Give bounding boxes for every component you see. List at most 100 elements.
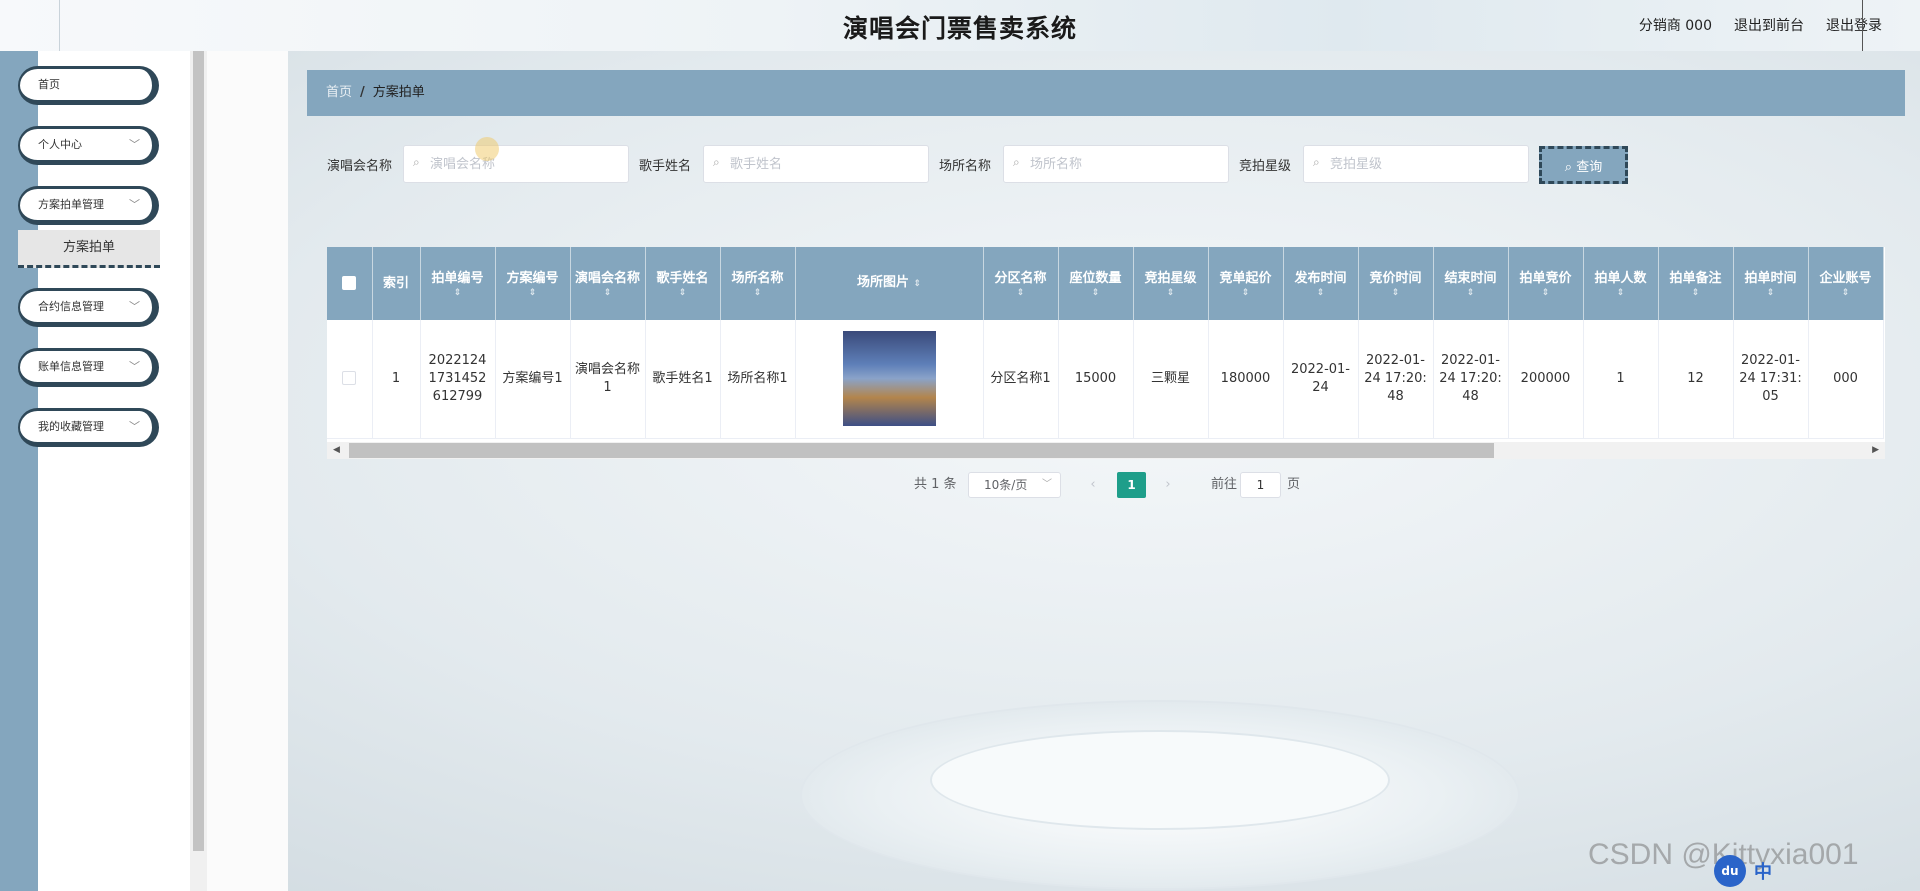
sort-icon[interactable]: ⇕ bbox=[988, 288, 1054, 298]
venue-image[interactable] bbox=[842, 331, 936, 427]
column-header-label: 竞拍星级 bbox=[1144, 270, 1197, 286]
sidebar-item-label: 账单信息管理 bbox=[38, 360, 104, 373]
column-header-label: 拍单时间 bbox=[1744, 270, 1797, 286]
cell-end-time: 2022-01-24 17:20:48 bbox=[1433, 320, 1509, 439]
sort-icon[interactable]: ⇕ bbox=[1213, 288, 1279, 298]
sort-icon[interactable]: ⇕ bbox=[500, 288, 566, 298]
sidebar-item-home[interactable]: 首页 bbox=[18, 66, 159, 105]
column-header[interactable]: 场所图片 ⇕ bbox=[795, 247, 984, 320]
sidebar-item-contract[interactable]: 合约信息管理 ﹀ bbox=[18, 288, 159, 327]
column-header[interactable]: 竞单起价 ⇕ bbox=[1208, 247, 1284, 320]
chevron-down-icon: ﹀ bbox=[129, 198, 140, 211]
content-gutter bbox=[207, 51, 288, 891]
column-header[interactable]: 场所名称 ⇕ bbox=[720, 247, 796, 320]
search-icon: ⌕ bbox=[1013, 155, 1020, 169]
table-row: 1 20221241731452612799 方案编号1 演唱会名称1 歌手姓名… bbox=[327, 320, 1884, 439]
sort-icon[interactable]: ⇕ bbox=[1588, 288, 1654, 298]
breadcrumb-home[interactable]: 首页 bbox=[326, 85, 352, 100]
sidebar-item-bill[interactable]: 账单信息管理 ﹀ bbox=[18, 348, 159, 387]
column-header-label: 竞价时间 bbox=[1369, 270, 1422, 286]
back-to-front-link[interactable]: 退出到前台 bbox=[1734, 15, 1804, 35]
sidebar-subitem-plan-order[interactable]: 方案拍单 bbox=[18, 230, 160, 268]
row-checkbox[interactable] bbox=[342, 371, 357, 386]
column-header[interactable]: 拍单编号 ⇕ bbox=[420, 247, 496, 320]
sidebar-item-label: 首页 bbox=[38, 78, 60, 91]
column-header[interactable]: 结束时间 ⇕ bbox=[1433, 247, 1509, 320]
search-icon: ⌕ bbox=[413, 155, 420, 169]
sidebar-scrollbar-thumb[interactable] bbox=[193, 51, 204, 851]
cell-venue-image bbox=[795, 320, 984, 439]
goto-page-input[interactable] bbox=[1240, 472, 1281, 498]
column-header[interactable]: 分区名称 ⇕ bbox=[983, 247, 1059, 320]
select-all-checkbox[interactable] bbox=[342, 276, 357, 290]
sort-icon[interactable]: ⇕ bbox=[1813, 288, 1879, 298]
chevron-down-icon: ﹀ bbox=[129, 300, 140, 313]
scroll-left-icon[interactable]: ◀ bbox=[333, 442, 340, 459]
column-header-label: 方案编号 bbox=[506, 270, 559, 286]
column-header[interactable]: 座位数量 ⇕ bbox=[1058, 247, 1134, 320]
sidebar-item-label: 个人中心 bbox=[38, 138, 82, 151]
cell-remark: 12 bbox=[1658, 320, 1734, 439]
prev-page-button[interactable]: ‹ bbox=[1080, 472, 1106, 498]
sort-icon[interactable]: ⇕ bbox=[725, 288, 791, 298]
sort-icon[interactable]: ⇕ bbox=[1363, 288, 1429, 298]
column-header-label: 座位数量 bbox=[1069, 270, 1122, 286]
venue-search-input[interactable] bbox=[1003, 145, 1229, 183]
user-label: 分销商 000 bbox=[1638, 18, 1712, 34]
column-header[interactable]: 拍单人数 ⇕ bbox=[1583, 247, 1659, 320]
sort-icon[interactable]: ⇕ bbox=[650, 288, 716, 298]
column-header: 索引 bbox=[372, 247, 421, 320]
logout-link[interactable]: 退出登录 bbox=[1826, 15, 1882, 35]
sidebar-item-favorites[interactable]: 我的收藏管理 ﹀ bbox=[18, 408, 159, 447]
column-header-label: 拍单人数 bbox=[1594, 270, 1647, 286]
sort-icon[interactable]: ⇕ bbox=[1138, 288, 1204, 298]
column-header[interactable]: 企业账号 ⇕ bbox=[1808, 247, 1884, 320]
column-header-label: 竞单起价 bbox=[1219, 270, 1272, 286]
cursor-highlight bbox=[475, 137, 499, 161]
sort-icon[interactable]: ⇕ bbox=[1513, 288, 1579, 298]
sidebar-item-label: 合约信息管理 bbox=[38, 300, 104, 313]
column-header[interactable]: 拍单时间 ⇕ bbox=[1733, 247, 1809, 320]
sort-icon[interactable]: ⇕ bbox=[1438, 288, 1504, 298]
sort-icon[interactable]: ⇕ bbox=[1288, 288, 1354, 298]
chevron-down-icon: ﹀ bbox=[129, 420, 140, 433]
query-button-label: 查询 bbox=[1576, 159, 1603, 175]
page-suffix-label: 页 bbox=[1287, 477, 1301, 492]
column-header[interactable]: 演唱会名称 ⇕ bbox=[570, 247, 646, 320]
column-header[interactable]: 发布时间 ⇕ bbox=[1283, 247, 1359, 320]
sort-icon[interactable]: ⇕ bbox=[914, 279, 922, 289]
sidebar bbox=[0, 51, 190, 891]
chevron-down-icon: ﹀ bbox=[1042, 479, 1052, 490]
scroll-right-icon[interactable]: ▶ bbox=[1872, 442, 1879, 459]
sidebar-item-plan-order[interactable]: 方案拍单管理 ﹀ bbox=[18, 186, 159, 225]
query-button[interactable]: ⌕ 查询 bbox=[1539, 146, 1628, 184]
column-header[interactable]: 竞拍星级 ⇕ bbox=[1133, 247, 1209, 320]
concert-search-input[interactable] bbox=[403, 145, 629, 183]
sort-icon[interactable]: ⇕ bbox=[1063, 288, 1129, 298]
column-header-label: 发布时间 bbox=[1294, 270, 1347, 286]
column-header[interactable]: 拍单备注 ⇕ bbox=[1658, 247, 1734, 320]
ime-lang-toggle[interactable]: 中 bbox=[1754, 858, 1772, 884]
cell-plan-no: 方案编号1 bbox=[495, 320, 571, 439]
singer-search-input[interactable] bbox=[703, 145, 929, 183]
sort-icon[interactable]: ⇕ bbox=[1738, 288, 1804, 298]
column-header[interactable]: 拍单竞价 ⇕ bbox=[1508, 247, 1584, 320]
cell-order-no: 20221241731452612799 bbox=[420, 320, 496, 439]
page-number-button[interactable]: 1 bbox=[1117, 472, 1146, 498]
table-horizontal-scrollbar[interactable]: ◀ ▶ bbox=[327, 442, 1885, 459]
sort-icon[interactable]: ⇕ bbox=[1663, 288, 1729, 298]
next-page-button[interactable]: › bbox=[1155, 472, 1181, 498]
column-header-label: 拍单备注 bbox=[1669, 270, 1722, 286]
sort-icon[interactable]: ⇕ bbox=[425, 288, 491, 298]
sidebar-item-personal-center[interactable]: 个人中心 ﹀ bbox=[18, 126, 159, 165]
page-size-select[interactable]: 10条/页 ﹀ bbox=[968, 472, 1061, 498]
column-header[interactable]: 竞价时间 ⇕ bbox=[1358, 247, 1434, 320]
baidu-ime-icon[interactable]: du bbox=[1714, 855, 1746, 887]
level-search-input[interactable] bbox=[1303, 145, 1529, 183]
column-header[interactable]: 方案编号 ⇕ bbox=[495, 247, 571, 320]
cell-start-price: 180000 bbox=[1208, 320, 1284, 439]
column-header[interactable]: 歌手姓名 ⇕ bbox=[645, 247, 721, 320]
sort-icon[interactable]: ⇕ bbox=[575, 288, 641, 298]
scrollbar-thumb[interactable] bbox=[349, 443, 1494, 458]
search-icon: ⌕ bbox=[713, 155, 720, 169]
